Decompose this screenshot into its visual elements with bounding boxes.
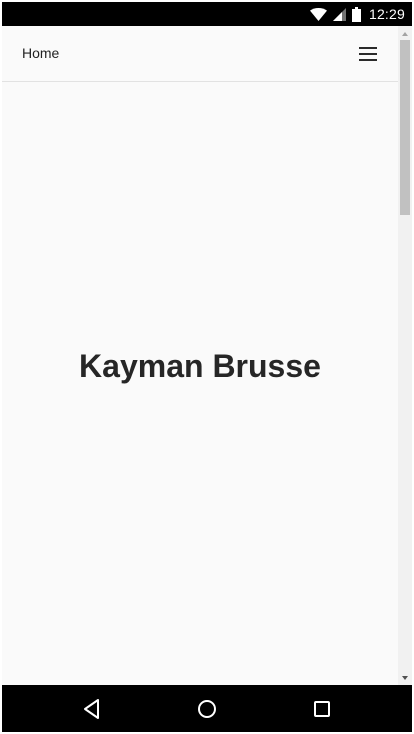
battery-icon — [351, 6, 361, 22]
scrollbar-thumb[interactable] — [400, 40, 410, 215]
browser-viewport: Home Kayman Brusse — [2, 26, 412, 685]
hamburger-menu-icon[interactable] — [358, 46, 378, 62]
back-icon[interactable] — [80, 697, 104, 721]
page-scrollbar[interactable] — [398, 26, 412, 685]
scroll-down-arrow-icon[interactable] — [402, 676, 408, 680]
recents-square-icon[interactable] — [310, 697, 334, 721]
status-icons: 12:29 — [309, 2, 412, 26]
status-clock: 12:29 — [368, 6, 405, 22]
system-navigation-bar — [2, 685, 412, 732]
page-title: Kayman Brusse — [79, 348, 321, 384]
wifi-icon — [309, 7, 327, 21]
status-bar: 12:29 — [2, 2, 412, 26]
top-navbar: Home — [2, 26, 398, 82]
home-circle-icon[interactable] — [195, 697, 219, 721]
nav-home-link[interactable]: Home — [22, 45, 59, 61]
device-screen: 12:29 Home Kayman Brusse — [0, 0, 414, 734]
scroll-up-arrow-icon[interactable] — [402, 32, 408, 36]
signal-icon — [332, 7, 346, 21]
